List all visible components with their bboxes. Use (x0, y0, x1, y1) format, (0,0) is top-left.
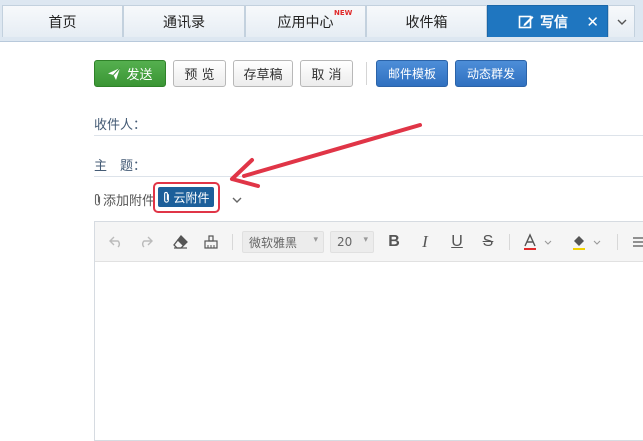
chevron-down-icon[interactable] (232, 193, 242, 208)
add-attachment-label: 添加附件 (103, 194, 156, 209)
eraser-icon[interactable] (169, 222, 191, 262)
tab-bar: 首页 通讯录 应用中心 NEW 收件箱 写信 ✕ (0, 0, 643, 42)
font-size-value: 20 (337, 235, 353, 249)
highlight-color-icon[interactable] (570, 222, 606, 262)
font-family-select[interactable]: 微软雅黑 ▾ (242, 231, 324, 253)
paperclip-icon (164, 191, 170, 203)
cloud-attachment-label: 云附件 (173, 190, 210, 205)
dynamic-group-send-button[interactable]: 动态群发 (455, 60, 527, 87)
cloud-attachment-button[interactable]: 云附件 (158, 187, 214, 207)
preview-button[interactable]: 预 览 (173, 60, 226, 87)
mail-template-label: 邮件模板 (387, 67, 436, 81)
save-draft-button[interactable]: 存草稿 (233, 60, 293, 87)
mail-template-button[interactable]: 邮件模板 (376, 60, 448, 87)
rich-text-editor[interactable]: 微软雅黑 ▾ 20 ▾ B I U S (94, 221, 643, 441)
align-icon[interactable] (629, 222, 643, 262)
send-button[interactable]: 发送 (94, 60, 166, 87)
font-family-value: 微软雅黑 (249, 235, 298, 250)
font-size-select[interactable]: 20 ▾ (330, 231, 374, 253)
chevron-down-icon (617, 14, 627, 30)
paperclip-icon (94, 193, 101, 206)
send-label: 发送 (126, 68, 153, 83)
tab-inbox[interactable]: 收件箱 (366, 5, 487, 37)
add-attachment-link[interactable]: 添加附件 (93, 190, 155, 209)
cloud-attachment-highlight: 云附件 (153, 182, 220, 213)
redo-icon[interactable] (135, 222, 157, 262)
bold-icon[interactable]: B (383, 222, 405, 262)
italic-icon[interactable]: I (414, 222, 436, 262)
tab-label: 收件箱 (405, 14, 448, 31)
group-send-label: 动态群发 (466, 67, 515, 81)
tab-more-button[interactable] (608, 5, 635, 37)
tab-label: 首页 (48, 14, 77, 31)
font-color-icon[interactable] (521, 222, 557, 262)
tab-app-center[interactable]: 应用中心 NEW (245, 5, 366, 37)
subject-label: 主 题： (94, 159, 147, 174)
caret-icon: ▾ (363, 235, 368, 245)
underline-icon[interactable]: U (446, 222, 468, 262)
cancel-label: 取 消 (311, 68, 342, 83)
recipient-label: 收件人： (94, 118, 147, 133)
tab-compose[interactable]: 写信 ✕ (487, 5, 608, 37)
toolbar-separator (232, 234, 233, 250)
cancel-button[interactable]: 取 消 (300, 60, 353, 87)
close-icon[interactable]: ✕ (586, 13, 599, 31)
tab-label: 应用中心 (277, 14, 334, 31)
compose-icon (518, 14, 534, 30)
send-icon (108, 67, 121, 80)
editor-toolbar: 微软雅黑 ▾ 20 ▾ B I U S (95, 222, 643, 262)
toolbar-divider (366, 62, 367, 85)
tab-label: 写信 (540, 14, 568, 31)
tab-label: 通讯录 (163, 14, 205, 31)
subject-input[interactable] (94, 176, 643, 177)
preview-label: 预 览 (184, 68, 215, 83)
undo-icon[interactable] (105, 222, 127, 262)
new-badge: NEW (334, 9, 353, 17)
recipient-input[interactable] (94, 135, 643, 136)
tab-contacts[interactable]: 通讯录 (123, 5, 245, 37)
strikethrough-icon[interactable]: S (477, 222, 499, 262)
toolbar-separator (509, 234, 510, 250)
tab-home[interactable]: 首页 (2, 5, 123, 37)
format-brush-icon[interactable] (200, 222, 222, 262)
toolbar-separator (617, 234, 618, 250)
save-draft-label: 存草稿 (243, 68, 283, 83)
caret-icon: ▾ (313, 235, 318, 245)
